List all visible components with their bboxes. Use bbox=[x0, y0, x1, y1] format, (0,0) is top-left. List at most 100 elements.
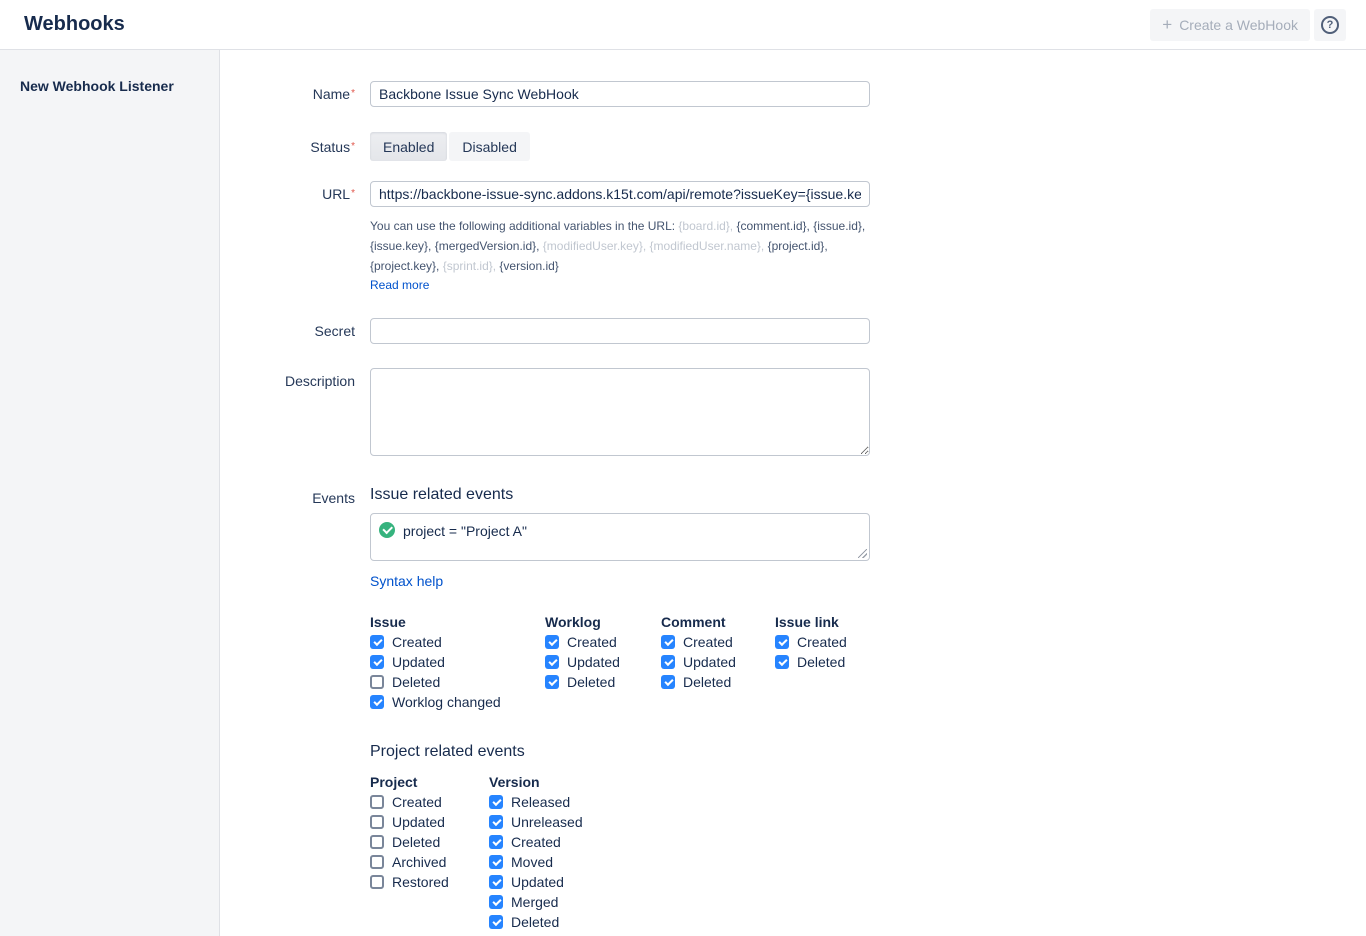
checkbox-checked-icon[interactable] bbox=[489, 875, 503, 889]
events-label: Events bbox=[220, 485, 370, 506]
url-variable: {version.id} bbox=[499, 259, 558, 273]
question-mark-icon: ? bbox=[1321, 16, 1339, 34]
checkbox-row-worklog-updated[interactable]: Updated bbox=[545, 652, 661, 672]
description-textarea[interactable] bbox=[370, 368, 870, 456]
jql-query-field[interactable]: project = "Project A" bbox=[370, 513, 870, 561]
required-asterisk: * bbox=[351, 88, 355, 99]
page-layout: New Webhook Listener Name* Status* Enabl… bbox=[0, 50, 1366, 936]
help-button[interactable]: ? bbox=[1314, 9, 1346, 41]
sidebar-item-new-webhook-listener[interactable]: New Webhook Listener bbox=[20, 78, 199, 94]
checkbox-row-issue-link-deleted[interactable]: Deleted bbox=[775, 652, 895, 672]
url-block: You can use the following additional var… bbox=[370, 181, 870, 293]
checkbox-row-comment-created[interactable]: Created bbox=[661, 632, 775, 652]
checkbox-row-version-created[interactable]: Created bbox=[489, 832, 649, 852]
checkbox-label: Updated bbox=[511, 874, 564, 890]
checkbox-row-version-merged[interactable]: Merged bbox=[489, 892, 649, 912]
url-input[interactable] bbox=[370, 181, 870, 207]
resize-handle[interactable] bbox=[858, 549, 867, 558]
checkbox-checked-icon[interactable] bbox=[661, 675, 675, 689]
checkbox-label: Updated bbox=[567, 654, 620, 670]
checkbox-label: Deleted bbox=[797, 654, 845, 670]
checkbox-label: Updated bbox=[392, 814, 445, 830]
url-help-prefix: You can use the following additional var… bbox=[370, 219, 678, 233]
checkbox-label: Merged bbox=[511, 894, 558, 910]
checkbox-label: Restored bbox=[392, 874, 449, 890]
syntax-help-link[interactable]: Syntax help bbox=[370, 573, 443, 589]
checkbox-row-comment-deleted[interactable]: Deleted bbox=[661, 672, 775, 692]
checkbox-checked-icon[interactable] bbox=[489, 895, 503, 909]
webhook-form: Name* Status* Enabled Disabled URL* You … bbox=[220, 50, 1366, 936]
checkbox-row-project-archived[interactable]: Archived bbox=[370, 852, 489, 872]
event-group-title: Version bbox=[489, 772, 649, 792]
status-disabled-button[interactable]: Disabled bbox=[449, 132, 529, 161]
name-input[interactable] bbox=[370, 81, 870, 107]
url-variable: {project.id}, bbox=[768, 239, 828, 253]
checkbox-unchecked-icon[interactable] bbox=[370, 675, 384, 689]
checkbox-unchecked-icon[interactable] bbox=[370, 815, 384, 829]
checkbox-checked-icon[interactable] bbox=[489, 795, 503, 809]
checkbox-checked-icon[interactable] bbox=[545, 655, 559, 669]
event-group-title: Issue link bbox=[775, 612, 895, 632]
status-label: Status* bbox=[220, 132, 370, 155]
checkbox-label: Deleted bbox=[511, 914, 559, 930]
event-group-title: Issue bbox=[370, 612, 545, 632]
secret-row: Secret bbox=[220, 318, 1366, 344]
checkbox-row-worklog-created[interactable]: Created bbox=[545, 632, 661, 652]
secret-input[interactable] bbox=[370, 318, 870, 344]
checkbox-row-comment-updated[interactable]: Updated bbox=[661, 652, 775, 672]
checkbox-checked-icon[interactable] bbox=[489, 855, 503, 869]
checkbox-label: Archived bbox=[392, 854, 446, 870]
checkbox-row-version-moved[interactable]: Moved bbox=[489, 852, 649, 872]
checkbox-checked-icon[interactable] bbox=[370, 695, 384, 709]
name-label: Name* bbox=[220, 81, 370, 102]
checkbox-label: Unreleased bbox=[511, 814, 583, 830]
checkbox-row-project-updated[interactable]: Updated bbox=[370, 812, 489, 832]
page-header: Webhooks + Create a WebHook ? bbox=[0, 0, 1366, 50]
checkbox-checked-icon[interactable] bbox=[661, 635, 675, 649]
checkbox-unchecked-icon[interactable] bbox=[370, 875, 384, 889]
name-row: Name* bbox=[220, 81, 1366, 107]
read-more-link[interactable]: Read more bbox=[370, 277, 429, 293]
checkbox-checked-icon[interactable] bbox=[775, 635, 789, 649]
checkbox-row-version-updated[interactable]: Updated bbox=[489, 872, 649, 892]
url-label: URL* bbox=[220, 181, 370, 202]
create-webhook-button[interactable]: + Create a WebHook bbox=[1150, 9, 1310, 41]
checkbox-row-version-unreleased[interactable]: Unreleased bbox=[489, 812, 649, 832]
checkbox-row-version-released[interactable]: Released bbox=[489, 792, 649, 812]
jql-valid-check-icon bbox=[379, 522, 395, 538]
checkbox-label: Worklog changed bbox=[392, 694, 501, 710]
checkbox-checked-icon[interactable] bbox=[370, 655, 384, 669]
checkbox-checked-icon[interactable] bbox=[661, 655, 675, 669]
checkbox-row-issue-link-created[interactable]: Created bbox=[775, 632, 895, 652]
checkbox-label: Deleted bbox=[392, 674, 440, 690]
checkbox-checked-icon[interactable] bbox=[370, 635, 384, 649]
event-group-title: Worklog bbox=[545, 612, 661, 632]
url-variable: {issue.key}, bbox=[370, 239, 435, 253]
checkbox-label: Created bbox=[683, 634, 733, 650]
checkbox-row-project-restored[interactable]: Restored bbox=[370, 872, 489, 892]
checkbox-row-issue-updated[interactable]: Updated bbox=[370, 652, 545, 672]
checkbox-unchecked-icon[interactable] bbox=[370, 835, 384, 849]
checkbox-row-project-created[interactable]: Created bbox=[370, 792, 489, 812]
checkbox-row-worklog-deleted[interactable]: Deleted bbox=[545, 672, 661, 692]
checkbox-unchecked-icon[interactable] bbox=[370, 855, 384, 869]
checkbox-checked-icon[interactable] bbox=[545, 675, 559, 689]
checkbox-row-version-deleted[interactable]: Deleted bbox=[489, 912, 649, 932]
checkbox-row-issue-deleted[interactable]: Deleted bbox=[370, 672, 545, 692]
checkbox-checked-icon[interactable] bbox=[489, 915, 503, 929]
checkbox-checked-icon[interactable] bbox=[489, 835, 503, 849]
checkbox-row-issue-worklog-changed[interactable]: Worklog changed bbox=[370, 692, 545, 712]
checkbox-label: Created bbox=[511, 834, 561, 850]
secret-label: Secret bbox=[220, 318, 370, 339]
checkbox-unchecked-icon[interactable] bbox=[370, 795, 384, 809]
checkbox-label: Updated bbox=[392, 654, 445, 670]
checkbox-checked-icon[interactable] bbox=[489, 815, 503, 829]
events-section: Issue related events project = "Project … bbox=[370, 485, 930, 932]
checkbox-checked-icon[interactable] bbox=[545, 635, 559, 649]
checkbox-label: Created bbox=[567, 634, 617, 650]
checkbox-checked-icon[interactable] bbox=[775, 655, 789, 669]
checkbox-row-issue-created[interactable]: Created bbox=[370, 632, 545, 652]
checkbox-row-project-deleted[interactable]: Deleted bbox=[370, 832, 489, 852]
required-asterisk: * bbox=[351, 188, 355, 199]
status-enabled-button[interactable]: Enabled bbox=[370, 132, 447, 161]
